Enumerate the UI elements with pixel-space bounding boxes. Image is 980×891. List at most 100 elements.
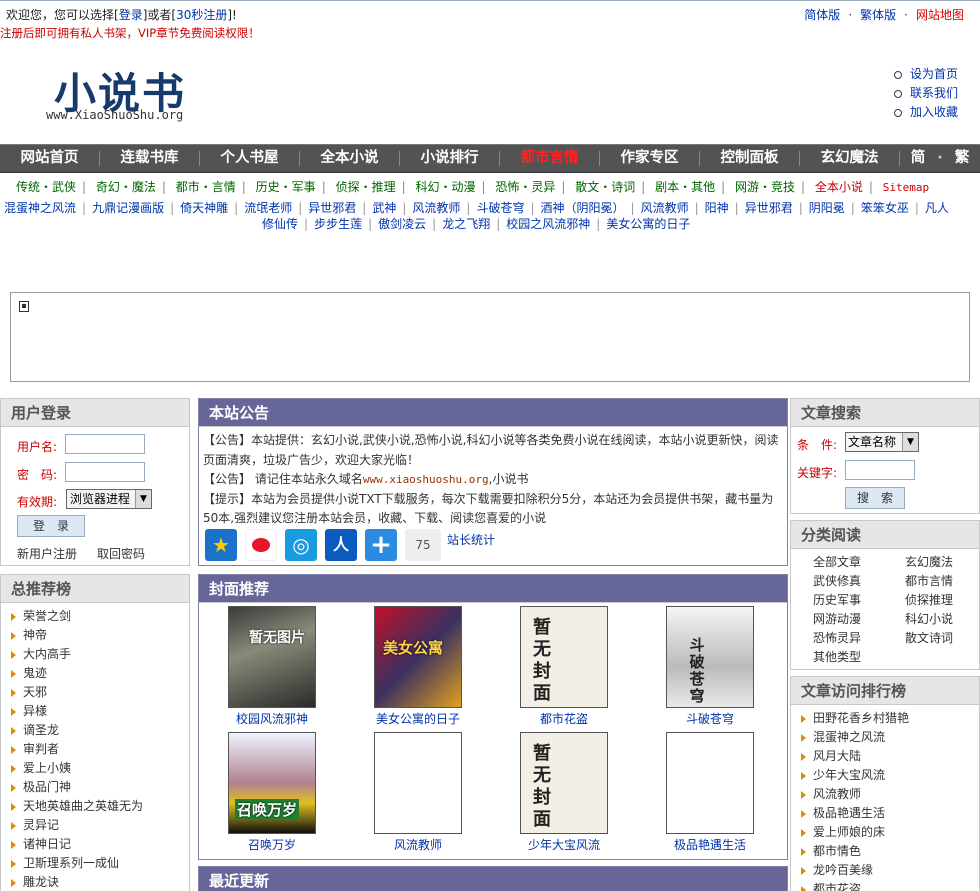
simplified-link[interactable]: 简体版 <box>804 8 840 22</box>
category-link[interactable]: 武侠修真 <box>813 572 905 591</box>
hot-book-link[interactable]: 步步生莲 <box>314 217 362 231</box>
list-item[interactable]: 爱上师娘的床 <box>801 823 979 842</box>
nav-ranking[interactable]: 小说排行 <box>400 145 499 172</box>
login-button[interactable]: 登 录 <box>17 515 85 537</box>
list-item[interactable]: 荣誉之剑 <box>11 607 189 626</box>
cat-history[interactable]: 历史・军事 <box>256 180 316 194</box>
category-link[interactable]: 侦探推理 <box>905 591 980 610</box>
cover-title[interactable]: 美女公寓的日子 <box>363 710 473 727</box>
hot-book-link[interactable]: 阳神 <box>705 201 729 215</box>
cat-horror[interactable]: 恐怖・灵异 <box>495 180 555 194</box>
cover-item[interactable]: 暂无封面 都市花盗 <box>509 606 619 727</box>
cat-poetry[interactable]: 散文・诗词 <box>575 180 635 194</box>
cover-title[interactable]: 风流教师 <box>363 836 473 853</box>
category-link[interactable]: 恐怖灵异 <box>813 629 905 648</box>
hot-book-link[interactable]: 笨笨女巫 <box>861 201 909 215</box>
cover-item[interactable]: 极品艳遇生活 <box>655 732 765 853</box>
hot-book-link[interactable]: 阴阳冕 <box>809 201 845 215</box>
sitemap-link[interactable]: 网站地图 <box>916 8 964 22</box>
nav-home[interactable]: 网站首页 <box>0 145 99 172</box>
list-item[interactable]: 诸神日记 <box>11 835 189 854</box>
hot-book-link[interactable]: 校园之风流邪神 <box>506 217 590 231</box>
category-link[interactable]: 玄幻魔法 <box>905 553 980 572</box>
cover-title[interactable]: 召唤万岁 <box>217 836 327 853</box>
list-item[interactable]: 大内高手 <box>11 645 189 664</box>
cat-wuxia[interactable]: 传统・武侠 <box>16 180 76 194</box>
cover-title[interactable]: 都市花盗 <box>509 710 619 727</box>
list-item[interactable]: 都市花盗 <box>801 880 979 891</box>
nav-personal[interactable]: 个人书屋 <box>200 145 299 172</box>
weibo-share-icon[interactable] <box>245 529 277 561</box>
cover-image[interactable]: 美女公寓 <box>374 606 462 708</box>
hot-book-link[interactable]: 九鼎记漫画版 <box>92 201 164 215</box>
hot-book-link[interactable]: 武神 <box>372 201 396 215</box>
register-link[interactable]: 30秒注册 <box>176 8 227 22</box>
list-item[interactable]: 天邪 <box>11 683 189 702</box>
nav-control[interactable]: 控制面板 <box>700 145 799 172</box>
nav-traditional[interactable]: 繁 <box>955 150 970 166</box>
new-user-link[interactable]: 新用户注册 <box>17 547 77 561</box>
category-link[interactable]: 全部文章 <box>813 553 905 572</box>
cover-image[interactable]: 召唤万岁 <box>228 732 316 834</box>
cover-image[interactable]: 暂无图片 <box>228 606 316 708</box>
list-item[interactable]: 少年大宝风流 <box>801 766 979 785</box>
expire-select[interactable]: 浏览器进程 ▼ <box>66 489 152 509</box>
cover-item[interactable]: 召唤万岁 召唤万岁 <box>217 732 327 853</box>
category-link[interactable]: 科幻小说 <box>905 610 980 629</box>
hot-book-link[interactable]: 异世邪君 <box>745 201 793 215</box>
cover-image[interactable]: 暂无封面 <box>520 732 608 834</box>
ad-banner[interactable] <box>10 292 970 382</box>
list-item[interactable]: 龙吟百美缘 <box>801 861 979 880</box>
cat-magic[interactable]: 奇幻・魔法 <box>96 180 156 194</box>
hot-book-link[interactable]: 风流教师 <box>412 201 460 215</box>
username-input[interactable] <box>65 434 145 454</box>
list-item[interactable]: 天地英雄曲之英雄无为 <box>11 797 189 816</box>
cover-image[interactable] <box>374 732 462 834</box>
cat-detective[interactable]: 侦探・推理 <box>336 180 396 194</box>
site-stats-link[interactable]: 站长统计 <box>447 531 495 548</box>
nav-complete[interactable]: 全本小说 <box>300 145 399 172</box>
list-item[interactable]: 爱上小姨 <box>11 759 189 778</box>
category-link[interactable]: 其他类型 <box>813 648 905 667</box>
nav-authors[interactable]: 作家专区 <box>600 145 699 172</box>
cat-script[interactable]: 剧本・其他 <box>655 180 715 194</box>
search-button[interactable]: 搜 索 <box>845 487 905 509</box>
set-homepage-link[interactable]: 设为首页 <box>893 65 958 84</box>
password-input[interactable] <box>65 462 145 482</box>
cat-scifi[interactable]: 科幻・动漫 <box>415 180 475 194</box>
hot-book-link[interactable]: 异世邪君 <box>308 201 356 215</box>
hot-book-link[interactable]: 凡人 <box>925 201 949 215</box>
category-link[interactable]: 散文诗词 <box>905 629 980 648</box>
hot-book-link[interactable]: 傲剑凌云 <box>378 217 426 231</box>
list-item[interactable]: 卫斯理系列一成仙 <box>11 854 189 873</box>
list-item[interactable]: 异様 <box>11 702 189 721</box>
cat-game[interactable]: 网游・竞技 <box>735 180 795 194</box>
cat-sitemap[interactable]: Sitemap <box>883 181 929 194</box>
list-item[interactable]: 都市情色 <box>801 842 979 861</box>
cat-urban[interactable]: 都市・言情 <box>176 180 236 194</box>
hot-book-link[interactable]: 美女公寓的日子 <box>606 217 690 231</box>
list-item[interactable]: 风月大陆 <box>801 747 979 766</box>
cat-complete[interactable]: 全本小说 <box>815 180 863 194</box>
list-item[interactable]: 极品艳遇生活 <box>801 804 979 823</box>
hot-book-link[interactable]: 修仙传 <box>262 217 298 231</box>
more-share-icon[interactable]: + <box>365 529 397 561</box>
keyword-input[interactable] <box>845 460 915 480</box>
nav-simplified[interactable]: 简 <box>911 150 926 166</box>
cover-title[interactable]: 少年大宝风流 <box>509 836 619 853</box>
cover-item[interactable]: 暂无封面少年大宝风流 <box>509 732 619 853</box>
hot-book-link[interactable]: 倚天神雕 <box>180 201 228 215</box>
cover-title[interactable]: 斗破苍穹 <box>655 710 765 727</box>
list-item[interactable]: 混蛋神之风流 <box>801 728 979 747</box>
category-link[interactable]: 历史军事 <box>813 591 905 610</box>
contact-link[interactable]: 联系我们 <box>893 84 958 103</box>
retrieve-password-link[interactable]: 取回密码 <box>97 547 145 561</box>
hot-book-link[interactable]: 风流教师 <box>641 201 689 215</box>
list-item[interactable]: 田野花香乡村猎艳 <box>801 709 979 728</box>
nav-fantasy[interactable]: 玄幻魔法 <box>800 145 899 172</box>
nav-urban[interactable]: 都市言情 <box>500 145 599 172</box>
list-item[interactable]: 雕龙诀 <box>11 873 189 891</box>
cover-item[interactable]: 美女公寓美女公寓的日子 <box>363 606 473 727</box>
hot-book-link[interactable]: 斗破苍穹 <box>476 201 524 215</box>
site-logo[interactable]: 小说书 www.XiaoShuoShu.org <box>46 60 226 130</box>
